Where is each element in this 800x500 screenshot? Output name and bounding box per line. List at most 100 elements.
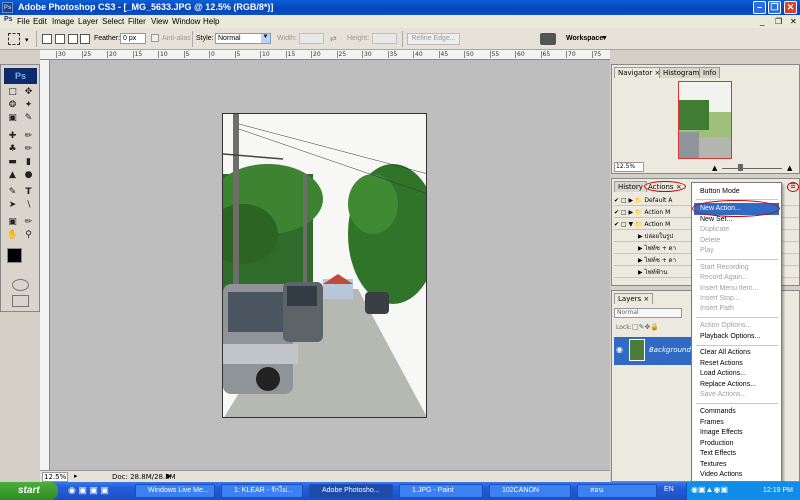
- menu-item-text-effects[interactable]: Text Effects: [700, 450, 736, 457]
- lasso-tool-icon[interactable]: ❂: [6, 100, 19, 111]
- dodge-tool-icon[interactable]: ●: [22, 170, 35, 181]
- doc-restore-button[interactable]: ❐: [775, 17, 782, 26]
- swap-icon[interactable]: ⇄: [330, 34, 337, 43]
- menu-item-record-again[interactable]: Record Again...: [700, 274, 748, 281]
- lock-icons[interactable]: □✎✥🔒: [632, 323, 659, 331]
- menu-item-textures[interactable]: Textures: [700, 461, 726, 468]
- crop-tool-icon[interactable]: ▣: [6, 113, 19, 124]
- zoom-slider-handle[interactable]: [738, 164, 743, 171]
- tray-icons[interactable]: ◉▣▲◉▣: [691, 485, 728, 494]
- menu-item-start-recording[interactable]: Start Recording: [700, 264, 749, 271]
- menu-item-video-actions[interactable]: Video Actions: [700, 471, 742, 478]
- menu-item-commands[interactable]: Commands: [700, 408, 736, 415]
- close-button[interactable]: ✕: [784, 1, 797, 14]
- menu-item-insert-path[interactable]: Insert Path: [700, 305, 734, 312]
- taskbar-button-folder[interactable]: สอน: [577, 484, 657, 498]
- menu-layer[interactable]: Layer: [78, 17, 98, 26]
- menu-item-playback-options[interactable]: Playback Options...: [700, 333, 760, 340]
- visibility-eye-icon[interactable]: ◉: [616, 345, 623, 354]
- menu-view[interactable]: View: [151, 17, 168, 26]
- menu-help[interactable]: Help: [203, 17, 219, 26]
- menu-item-reset-actions[interactable]: Reset Actions: [700, 360, 743, 367]
- panel-menu-icon[interactable]: ☰: [787, 182, 799, 192]
- close-icon[interactable]: ×: [643, 295, 649, 303]
- hand-tool-icon[interactable]: ✋: [6, 230, 19, 241]
- marquee-tool-icon[interactable]: □: [6, 87, 19, 98]
- menu-item-clear-all-actions[interactable]: Clear All Actions: [700, 349, 751, 356]
- clone-stamp-icon[interactable]: ♣: [6, 144, 19, 155]
- eyedropper-tool-icon[interactable]: ✏: [22, 217, 35, 228]
- close-icon[interactable]: ×: [676, 183, 682, 191]
- doc-minimize-button[interactable]: _: [760, 17, 764, 26]
- menu-item-replace-actions[interactable]: Replace Actions...: [700, 381, 756, 388]
- menu-window[interactable]: Window: [172, 17, 200, 26]
- language-indicator[interactable]: EN: [664, 486, 674, 493]
- menu-image[interactable]: Image: [52, 17, 74, 26]
- taskbar-button-live-messenger[interactable]: Windows Live Me...: [135, 484, 215, 498]
- quick-mask-icon[interactable]: [12, 279, 29, 291]
- eraser-tool-icon[interactable]: ▬: [6, 157, 19, 168]
- menu-select[interactable]: Select: [102, 17, 124, 26]
- path-selection-icon[interactable]: ➤: [6, 200, 19, 211]
- add-to-selection-icon[interactable]: [55, 34, 65, 44]
- navigator-zoom-field[interactable]: 12.5%: [614, 162, 644, 172]
- line-tool-icon[interactable]: ∖: [22, 200, 35, 211]
- quicklaunch-icons[interactable]: ◉ ▣ ▣ ▣: [68, 485, 109, 496]
- zoom-out-icon[interactable]: ▲: [712, 164, 717, 172]
- brush-tool-icon[interactable]: ✏: [22, 131, 35, 142]
- menu-item-save-actions[interactable]: Save Actions...: [700, 391, 746, 398]
- magic-wand-tool-icon[interactable]: ✦: [22, 100, 35, 111]
- start-button[interactable]: start: [0, 482, 58, 500]
- menu-filter[interactable]: Filter: [128, 17, 146, 26]
- tab-histogram[interactable]: Histogram: [659, 67, 704, 78]
- menu-item-action-options[interactable]: Action Options...: [700, 322, 751, 329]
- width-input[interactable]: [299, 33, 324, 44]
- menu-item-button-mode[interactable]: Button Mode: [700, 188, 740, 195]
- tab-navigator[interactable]: Navigator ×: [614, 67, 665, 78]
- layer-row-background[interactable]: ◉ Background: [614, 337, 692, 365]
- maximize-button[interactable]: ❐: [768, 1, 781, 14]
- menu-item-image-effects[interactable]: Image Effects: [700, 429, 743, 436]
- menu-item-insert-menu-item[interactable]: Insert Menu Item...: [700, 285, 758, 292]
- status-menu-arrow-icon[interactable]: ▶: [166, 472, 171, 480]
- zoom-in-icon[interactable]: ▲: [787, 164, 792, 172]
- blur-tool-icon[interactable]: ▲: [6, 170, 19, 181]
- tab-layers[interactable]: Layers ×: [614, 293, 654, 304]
- zoom-slider[interactable]: [722, 168, 782, 169]
- menu-item-production[interactable]: Production: [700, 440, 733, 447]
- menu-item-duplicate[interactable]: Duplicate: [700, 226, 729, 233]
- history-brush-icon[interactable]: ✏: [22, 144, 35, 155]
- menu-item-insert-stop[interactable]: Insert Stop...: [700, 295, 740, 302]
- intersect-selection-icon[interactable]: [80, 34, 90, 44]
- slice-tool-icon[interactable]: ✎: [22, 113, 35, 124]
- tab-actions[interactable]: Actions ×: [644, 181, 686, 192]
- feather-input[interactable]: 0 px: [120, 33, 146, 44]
- menu-item-play[interactable]: Play: [700, 247, 714, 254]
- zoom-field[interactable]: 12.5%: [42, 472, 68, 482]
- menu-item-load-actions[interactable]: Load Actions...: [700, 370, 746, 377]
- new-selection-icon[interactable]: [42, 34, 52, 44]
- gradient-tool-icon[interactable]: ▮: [22, 157, 35, 168]
- tab-history[interactable]: History: [614, 181, 647, 192]
- taskbar-button-klear[interactable]: 1: KLEAR - รักไม่...: [221, 484, 303, 498]
- workspace-button[interactable]: Workspace: [566, 35, 603, 42]
- menu-item-delete[interactable]: Delete: [700, 237, 720, 244]
- taskbar-button-102canon[interactable]: 102CANON: [489, 484, 571, 498]
- bridge-icon[interactable]: [540, 33, 556, 45]
- type-tool-icon[interactable]: T: [22, 187, 35, 198]
- menu-edit[interactable]: Edit: [33, 17, 47, 26]
- subtract-selection-icon[interactable]: [68, 34, 78, 44]
- menu-file[interactable]: File: [17, 17, 30, 26]
- menu-item-new-set[interactable]: New Set...: [700, 216, 732, 223]
- document-image[interactable]: [222, 113, 427, 418]
- zoom-tool-icon[interactable]: ⚲: [22, 230, 35, 241]
- foreground-color-swatch[interactable]: [7, 248, 22, 263]
- menu-item-new-action[interactable]: New Action...: [700, 205, 741, 212]
- tab-info[interactable]: Info: [699, 67, 721, 78]
- blend-mode-select[interactable]: Normal: [614, 308, 682, 318]
- navigator-thumbnail[interactable]: [678, 81, 732, 159]
- marquee-tool-icon[interactable]: [8, 33, 20, 45]
- move-tool-icon[interactable]: ✥: [22, 87, 35, 98]
- style-select[interactable]: Normal ▼: [215, 33, 271, 44]
- ps-menu-icon[interactable]: Ps: [4, 16, 13, 23]
